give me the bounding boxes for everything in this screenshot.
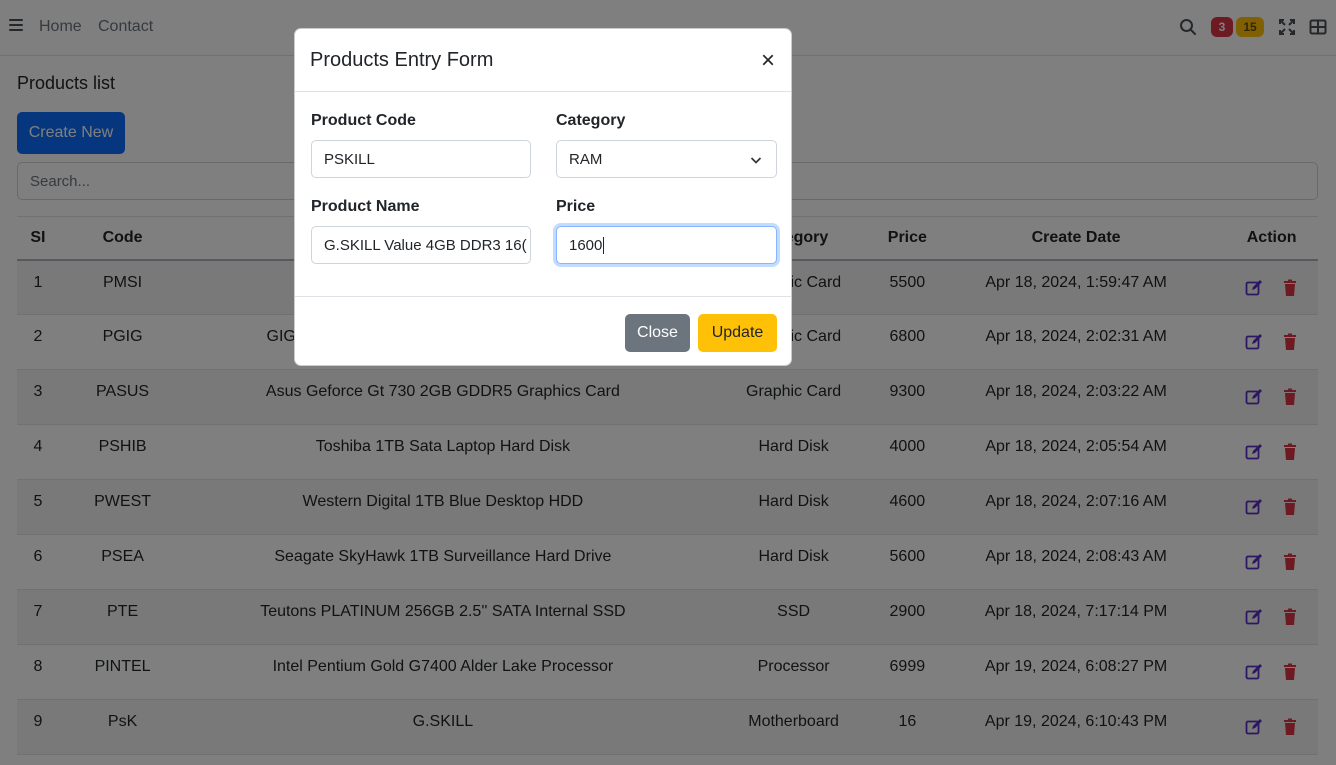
chevron-down-icon — [750, 157, 762, 164]
modal-footer: Close Update — [295, 296, 791, 366]
price-input[interactable]: 1600 — [556, 226, 777, 264]
product-name-label: Product Name — [311, 198, 420, 215]
price-label: Price — [556, 198, 596, 215]
text-caret — [603, 236, 605, 254]
price-value: 1600 — [569, 236, 603, 254]
update-button[interactable]: Update — [698, 314, 777, 352]
category-value: RAM — [569, 150, 603, 168]
close-icon[interactable]: × — [761, 49, 775, 73]
product-name-value: G.SKILL Value 4GB DDR3 16( — [324, 236, 527, 254]
modal-title: Products Entry Form — [310, 49, 494, 71]
modal-header: Products Entry Form × — [295, 29, 791, 92]
products-entry-modal: Products Entry Form × Product Code PSKIL… — [294, 28, 792, 366]
product-code-input[interactable]: PSKILL — [311, 140, 531, 178]
category-label: Category — [556, 112, 626, 129]
product-code-label: Product Code — [311, 112, 416, 129]
product-name-input[interactable]: G.SKILL Value 4GB DDR3 16( — [311, 226, 531, 264]
close-button[interactable]: Close — [625, 314, 690, 352]
category-select[interactable]: RAM — [556, 140, 777, 178]
product-code-value: PSKILL — [324, 150, 375, 168]
